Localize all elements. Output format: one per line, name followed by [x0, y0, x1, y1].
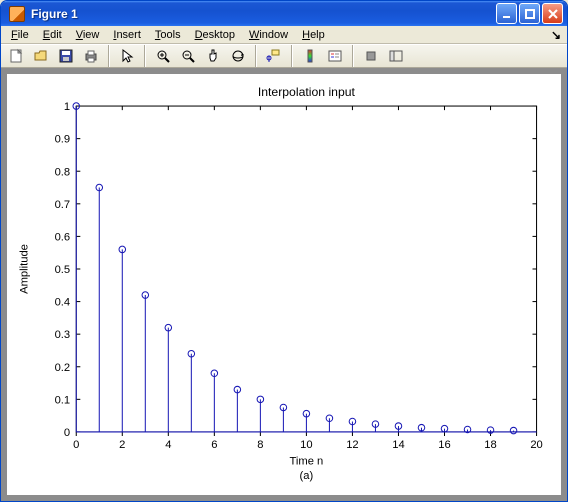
y-tick-label: 0 — [64, 427, 70, 439]
axes-canvas[interactable]: Interpolation input 0 2 4 6 8 10 12 14 16 18 20 0 0.1… — [7, 74, 561, 495]
save-button[interactable] — [55, 45, 77, 67]
pan-button[interactable] — [202, 45, 224, 67]
y-tick-label: 1 — [64, 102, 70, 114]
y-tick-label: 0.1 — [55, 395, 71, 407]
hide-plot-tools-button[interactable] — [360, 45, 382, 67]
toolbar-separator — [291, 45, 293, 67]
menu-insert[interactable]: Insert — [107, 27, 147, 43]
menu-view[interactable]: View — [70, 27, 106, 43]
new-figure-button[interactable] — [5, 45, 27, 67]
toolbar-separator — [255, 45, 257, 67]
print-button[interactable] — [80, 45, 102, 67]
y-tick-label: 0.5 — [55, 265, 71, 277]
x-tick-label: 2 — [119, 440, 125, 452]
dock-toggle-icon[interactable]: ↘ — [551, 28, 561, 42]
open-button[interactable] — [30, 45, 52, 67]
y-tick-label: 0.3 — [55, 330, 71, 342]
stem-marker — [510, 428, 517, 435]
pointer-button[interactable] — [116, 45, 138, 67]
data-cursor-button[interactable] — [263, 45, 285, 67]
rotate3d-button[interactable] — [227, 45, 249, 67]
menubar: File Edit View Insert Tools Desktop Wind… — [1, 26, 567, 44]
y-tick-label: 0.6 — [55, 232, 71, 244]
x-axis-label: Time n — [290, 456, 324, 468]
menu-window[interactable]: Window — [243, 27, 294, 43]
menu-help[interactable]: Help — [296, 27, 331, 43]
insert-legend-button[interactable] — [324, 45, 346, 67]
show-plot-tools-button[interactable] — [385, 45, 407, 67]
toolbar-separator — [108, 45, 110, 67]
x-tick-label: 8 — [257, 440, 263, 452]
menu-tools[interactable]: Tools — [149, 27, 187, 43]
y-tick-label: 0.9 — [55, 134, 71, 146]
stem-plot: Interpolation input 0 2 4 6 8 10 12 14 16 18 20 0 0.1… — [7, 74, 561, 495]
toolbar-separator — [352, 45, 354, 67]
x-tick-label: 6 — [211, 440, 217, 452]
menu-edit[interactable]: Edit — [37, 27, 68, 43]
x-tick-label: 16 — [438, 440, 450, 452]
x-tick-label: 20 — [530, 440, 542, 452]
titlebar[interactable]: Figure 1 — [1, 1, 567, 26]
x-tick-label: 10 — [300, 440, 312, 452]
y-tick-label: 0.8 — [55, 167, 71, 179]
window-controls — [496, 3, 563, 24]
figure-window: Figure 1 File Edit View Insert Tools Des… — [0, 0, 568, 502]
toolbar — [1, 44, 567, 69]
x-tick-label: 4 — [165, 440, 171, 452]
zoom-out-button[interactable] — [177, 45, 199, 67]
y-tick-label: 0.2 — [55, 362, 71, 374]
window-title: Figure 1 — [29, 7, 496, 21]
toolbar-separator — [144, 45, 146, 67]
figure-area: Interpolation input 0 2 4 6 8 10 12 14 16 18 20 0 0.1… — [1, 68, 567, 501]
y-axis-label: Amplitude — [18, 245, 30, 295]
menu-file[interactable]: File — [5, 27, 35, 43]
zoom-in-button[interactable] — [152, 45, 174, 67]
sub-x-label: (a) — [300, 470, 314, 482]
menu-desktop[interactable]: Desktop — [189, 27, 241, 43]
chart-title: Interpolation input — [258, 85, 356, 99]
y-tick-label: 0.4 — [55, 297, 71, 309]
minimize-button[interactable] — [496, 3, 517, 24]
x-tick-label: 0 — [73, 440, 79, 452]
y-tick-label: 0.7 — [55, 199, 71, 211]
x-tick-label: 12 — [346, 440, 358, 452]
x-tick-label: 14 — [392, 440, 404, 452]
maximize-button[interactable] — [519, 3, 540, 24]
x-tick-label: 18 — [484, 440, 496, 452]
close-button[interactable] — [542, 3, 563, 24]
matlab-icon — [9, 6, 25, 22]
insert-colorbar-button[interactable] — [299, 45, 321, 67]
